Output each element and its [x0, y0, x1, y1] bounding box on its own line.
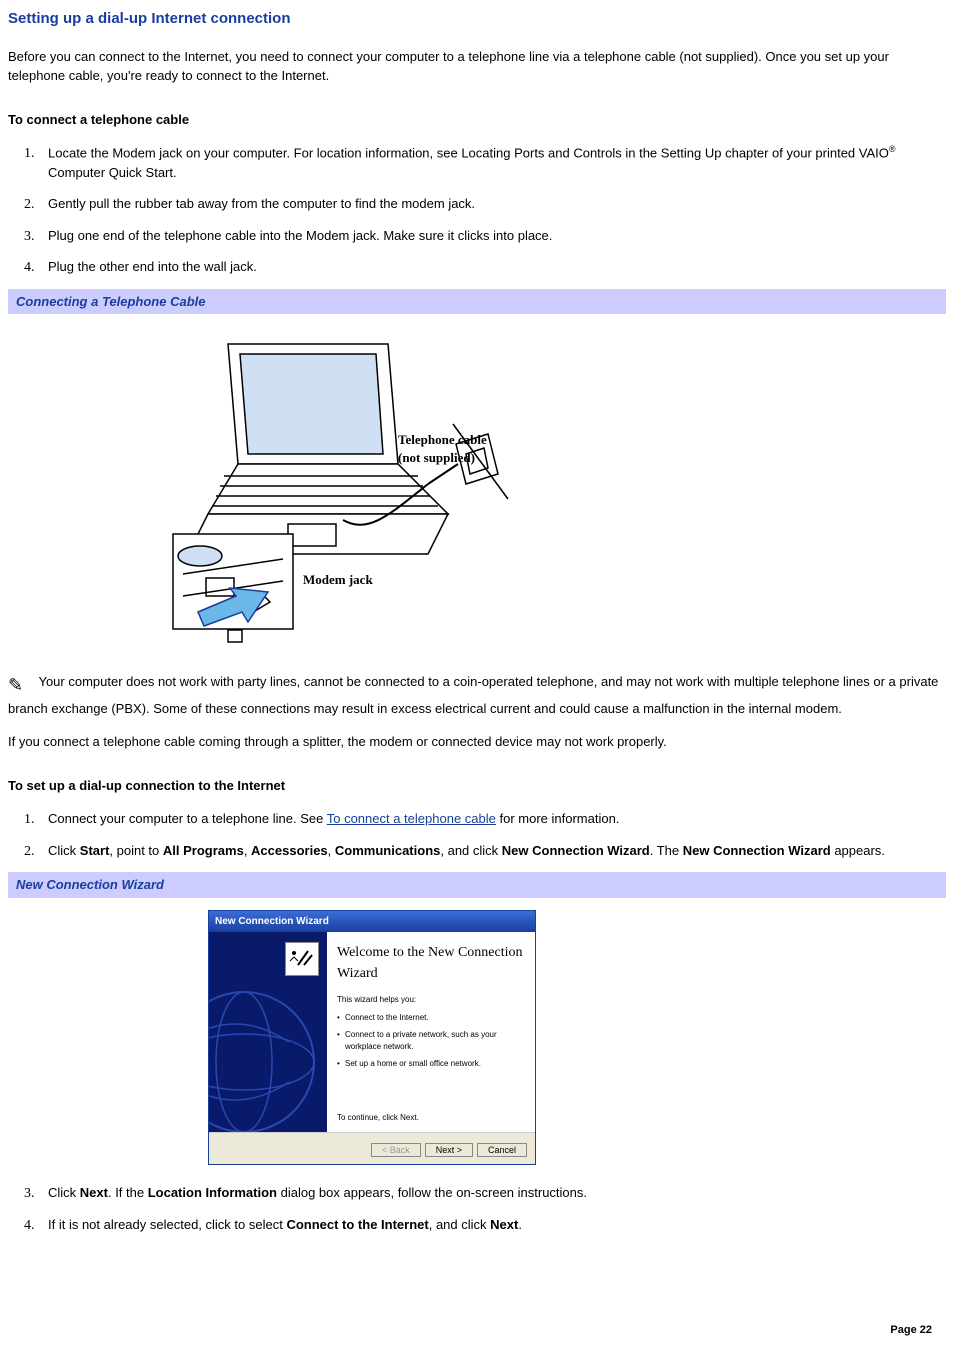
- wizard-continue-text: To continue, click Next.: [337, 1112, 419, 1124]
- step-text: Connect your computer to a telephone lin…: [48, 811, 327, 826]
- section-title: Setting up a dial-up Internet connection: [8, 8, 946, 31]
- subheading-dialup: To set up a dial-up connection to the In…: [8, 776, 946, 796]
- note-text: Your computer does not work with party l…: [8, 674, 938, 716]
- note-block: ✎ Your computer does not work with party…: [8, 672, 946, 719]
- step-text: for more information.: [496, 811, 620, 826]
- list-item: Plug one end of the telephone cable into…: [30, 226, 946, 246]
- strong-communications: Communications: [335, 843, 440, 858]
- step-text: If it is not already selected, click to …: [48, 1217, 286, 1232]
- strong-ncw2: New Connection Wizard: [683, 843, 831, 858]
- strong-location-info: Location Information: [148, 1185, 277, 1200]
- figure-caption-cable: Connecting a Telephone Cable: [8, 289, 946, 315]
- wizard-next-button[interactable]: Next >: [425, 1143, 473, 1157]
- figure-caption-wizard: New Connection Wizard: [8, 872, 946, 898]
- step-text: . The: [650, 843, 683, 858]
- step-text: ,: [244, 843, 251, 858]
- step-text: , and click: [440, 843, 501, 858]
- pencil-note-icon: ✎: [8, 672, 23, 699]
- wizard-bullet: Connect to the Internet.: [337, 1012, 525, 1024]
- intro-text: Before you can connect to the Internet, …: [8, 47, 946, 86]
- list-item: Click Next. If the Location Information …: [30, 1183, 946, 1203]
- connect-cable-link[interactable]: To connect a telephone cable: [327, 811, 496, 826]
- registered-mark: ®: [889, 144, 896, 154]
- step-text: Click: [48, 1185, 80, 1200]
- list-item: If it is not already selected, click to …: [30, 1215, 946, 1235]
- wizard-back-button[interactable]: < Back: [371, 1143, 421, 1157]
- subheading-connect-cable: To connect a telephone cable: [8, 110, 946, 130]
- list-item: Connect your computer to a telephone lin…: [30, 809, 946, 829]
- page-number: Page 22: [890, 1322, 932, 1339]
- laptop-diagram-figure: Telephone cable (not supplied) Modem jac…: [8, 334, 946, 650]
- strong-start: Start: [80, 843, 110, 858]
- connect-cable-steps: Locate the Modem jack on your computer. …: [8, 143, 946, 277]
- step-text: Computer Quick Start.: [48, 165, 177, 180]
- wizard-helps-text: This wizard helps you:: [337, 994, 525, 1006]
- list-item: Click Start, point to All Programs, Acce…: [30, 841, 946, 861]
- strong-all-programs: All Programs: [163, 843, 244, 858]
- cable-label: Telephone cable: [398, 432, 487, 447]
- step-text: dialog box appears, follow the on-screen…: [277, 1185, 587, 1200]
- list-item: Locate the Modem jack on your computer. …: [30, 143, 946, 182]
- strong-connect-internet: Connect to the Internet: [286, 1217, 428, 1232]
- strong-accessories: Accessories: [251, 843, 328, 858]
- step-text: . If the: [108, 1185, 148, 1200]
- wizard-welcome-title: Welcome to the New Connection Wizard: [337, 942, 525, 984]
- dialup-steps-continued: Click Next. If the Location Information …: [8, 1183, 946, 1234]
- step-text: .: [518, 1217, 522, 1232]
- step-text: Locate the Modem jack on your computer. …: [48, 145, 889, 160]
- wizard-screenshot: New Connection Wizard: [208, 910, 946, 1166]
- dialup-steps: Connect your computer to a telephone lin…: [8, 809, 946, 860]
- wizard-bullet: Connect to a private network, such as yo…: [337, 1029, 525, 1053]
- strong-next: Next: [80, 1185, 108, 1200]
- wizard-titlebar: New Connection Wizard: [209, 911, 535, 932]
- strong-ncw: New Connection Wizard: [502, 843, 650, 858]
- step-text: Click: [48, 843, 80, 858]
- wizard-sidebar-graphic: [209, 932, 327, 1132]
- step-text: , and click: [429, 1217, 490, 1232]
- not-supplied-label: (not supplied): [398, 450, 475, 465]
- wizard-cancel-button[interactable]: Cancel: [477, 1143, 527, 1157]
- laptop-cable-svg: Telephone cable (not supplied) Modem jac…: [168, 334, 568, 644]
- step-text: , point to: [109, 843, 162, 858]
- modem-jack-label: Modem jack: [303, 572, 373, 587]
- step-text: ,: [328, 843, 335, 858]
- wizard-icon: [285, 942, 319, 976]
- list-item: Plug the other end into the wall jack.: [30, 257, 946, 277]
- step-text: appears.: [831, 843, 885, 858]
- strong-next2: Next: [490, 1217, 518, 1232]
- list-item: Gently pull the rubber tab away from the…: [30, 194, 946, 214]
- wizard-bullet: Set up a home or small office network.: [337, 1058, 525, 1070]
- splitter-note: If you connect a telephone cable coming …: [8, 732, 946, 752]
